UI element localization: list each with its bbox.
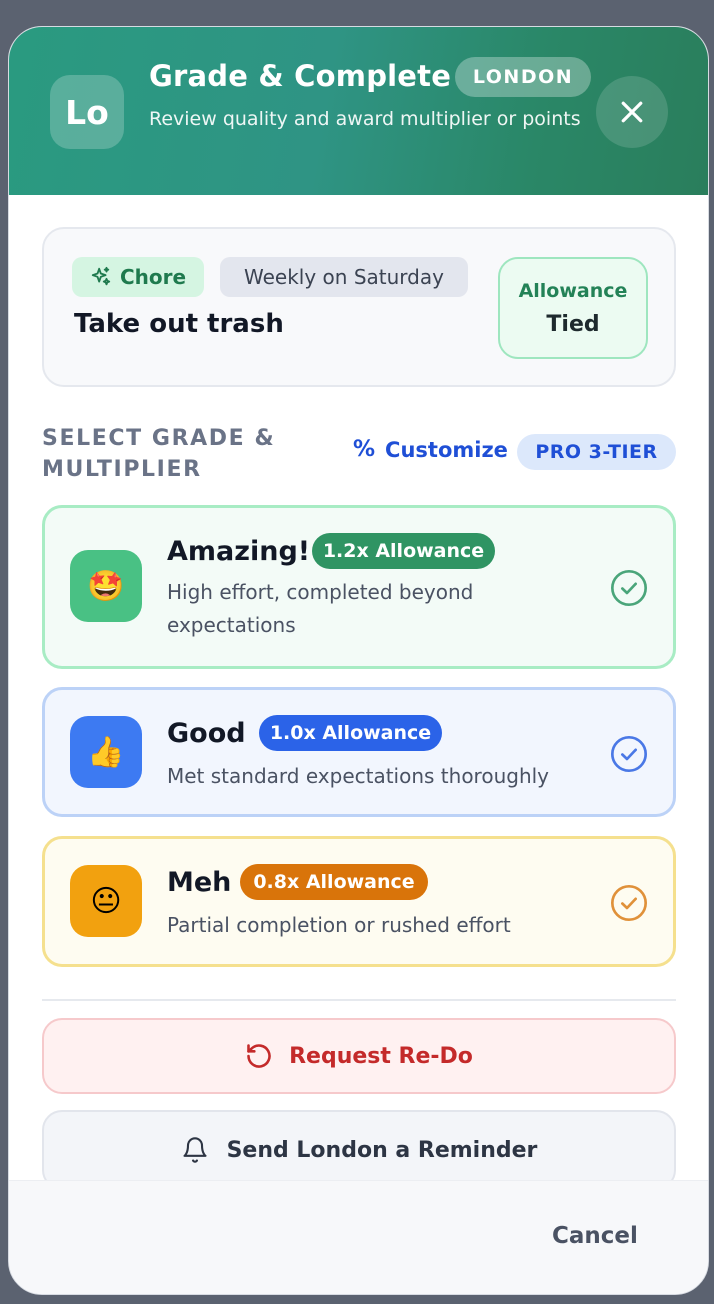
close-icon <box>621 101 643 123</box>
avatar: Lo <box>50 75 124 149</box>
divider <box>42 999 676 1001</box>
customize-button[interactable]: % Customize <box>353 437 508 462</box>
rotate-ccw-icon <box>247 1044 271 1068</box>
multiplier-badge: 1.0x Allowance <box>259 715 442 751</box>
grade-title: Good <box>167 718 246 749</box>
task-name: Take out trash <box>74 309 284 339</box>
grade-description: Partial completion or rushed effort <box>167 913 511 937</box>
check-circle-icon <box>611 885 647 921</box>
grade-option-amazing[interactable]: 🤩 Amazing! 1.2x Allowance High effort, c… <box>42 505 676 669</box>
sparkles-icon <box>91 266 111 286</box>
allowance-status: Allowance Tied <box>498 257 648 359</box>
multiplier-badge: 1.2x Allowance <box>312 533 495 569</box>
send-reminder-button[interactable]: Send London a Reminder <box>42 1110 676 1190</box>
pro-tier-badge: PRO 3-TIER <box>517 434 676 470</box>
grade-complete-modal: Lo Grade & Complete LONDON Review qualit… <box>8 26 709 1295</box>
schedule-chip: Weekly on Saturday <box>220 257 468 297</box>
star-struck-emoji-icon: 🤩 <box>70 550 142 622</box>
thumbs-up-emoji-icon: 👍 <box>70 716 142 788</box>
check-circle-icon <box>611 736 647 772</box>
grade-title: Amazing! <box>167 536 311 567</box>
grade-option-meh[interactable]: 😐 Meh 0.8x Allowance Partial completion … <box>42 836 676 967</box>
section-title: SELECT GRADE & MULTIPLIER <box>42 426 276 482</box>
request-redo-label: Request Re-Do <box>289 1043 473 1069</box>
grade-title: Meh <box>167 867 232 898</box>
grade-description: High effort, completed beyond expectatio… <box>167 580 474 637</box>
task-summary-card: Chore Weekly on Saturday Take out trash … <box>42 227 676 387</box>
child-name-badge: LONDON <box>455 57 591 97</box>
close-button[interactable] <box>596 76 668 148</box>
send-reminder-label: Send London a Reminder <box>226 1137 538 1163</box>
grade-description: Met standard expectations thoroughly <box>167 764 550 788</box>
modal-subtitle: Review quality and award multiplier or p… <box>149 108 581 130</box>
category-chip: Chore <box>72 257 204 297</box>
bell-icon <box>183 1137 207 1163</box>
multiplier-badge: 0.8x Allowance <box>240 864 428 900</box>
neutral-face-emoji-icon: 😐 <box>70 865 142 937</box>
request-redo-button[interactable]: Request Re-Do <box>42 1018 676 1094</box>
modal-title: Grade & Complete <box>149 59 452 93</box>
customize-label: Customize <box>385 437 508 462</box>
modal-footer: Cancel <box>9 1180 708 1294</box>
cancel-button[interactable]: Cancel <box>552 1223 638 1249</box>
category-label: Chore <box>119 265 187 289</box>
allowance-label: Allowance <box>518 279 628 302</box>
modal-header: Lo Grade & Complete LONDON Review qualit… <box>9 27 708 195</box>
percent-icon: % <box>353 437 376 462</box>
allowance-value: Tied <box>546 311 600 337</box>
check-circle-icon <box>611 570 647 606</box>
grade-option-good[interactable]: 👍 Good 1.0x Allowance Met standard expec… <box>42 687 676 817</box>
